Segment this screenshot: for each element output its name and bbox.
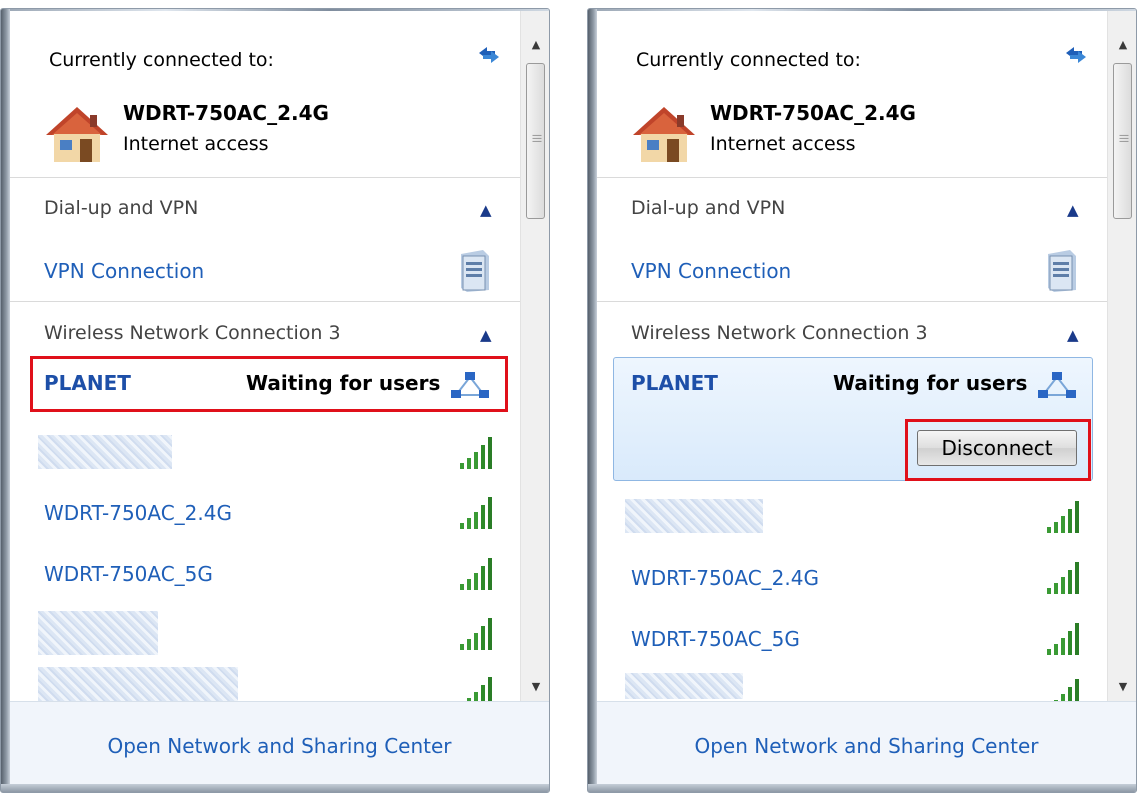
flyout-footer: Open Network and Sharing Center xyxy=(10,701,549,784)
network-list: Currently connected to: WDRT-750AC_2.4G … xyxy=(10,11,520,701)
refresh-icon[interactable] xyxy=(1062,41,1090,69)
signal-strength-icon xyxy=(1045,619,1083,657)
house-icon xyxy=(631,105,697,165)
hidden-network-name[interactable] xyxy=(625,499,763,533)
divider xyxy=(10,301,520,302)
network-planet-status: Waiting for users xyxy=(833,371,1028,395)
group-header-dialup-vpn[interactable]: Dial-up and VPN xyxy=(631,197,785,219)
adhoc-network-icon xyxy=(448,369,492,403)
network-planet-name[interactable]: PLANET xyxy=(44,371,131,395)
current-network-status: Internet access xyxy=(123,133,269,155)
network-item-24g[interactable]: WDRT-750AC_2.4G xyxy=(44,501,232,525)
signal-strength-icon xyxy=(1045,558,1083,596)
window-frame-bottom xyxy=(1,784,549,792)
vpn-server-icon xyxy=(453,248,495,292)
currently-connected-label: Currently connected to: xyxy=(49,49,274,71)
highlight-box-disconnect: Disconnect xyxy=(905,419,1091,481)
network-planet-status: Waiting for users xyxy=(246,371,441,395)
hidden-network-name[interactable] xyxy=(38,667,238,701)
open-network-sharing-center-link[interactable]: Open Network and Sharing Center xyxy=(597,734,1136,758)
network-item-24g[interactable]: WDRT-750AC_2.4G xyxy=(631,566,819,590)
network-item-5g[interactable]: WDRT-750AC_5G xyxy=(631,627,800,651)
scroll-down-arrow-icon[interactable]: ▼ xyxy=(521,673,549,701)
divider xyxy=(597,177,1107,178)
signal-strength-icon xyxy=(1045,497,1083,535)
signal-strength-icon xyxy=(458,493,496,531)
group-header-wireless[interactable]: Wireless Network Connection 3 xyxy=(631,322,928,344)
current-network-name: WDRT-750AC_2.4G xyxy=(123,101,329,125)
chevron-up-icon[interactable]: ▲ xyxy=(480,326,492,344)
chevron-up-icon[interactable]: ▲ xyxy=(1067,326,1079,344)
vpn-server-icon xyxy=(1040,248,1082,292)
group-header-wireless[interactable]: Wireless Network Connection 3 xyxy=(44,322,341,344)
vpn-connection-item[interactable]: VPN Connection xyxy=(44,259,204,283)
chevron-up-icon[interactable]: ▲ xyxy=(1067,201,1079,219)
hidden-network-name[interactable] xyxy=(38,435,172,469)
chevron-up-icon[interactable]: ▲ xyxy=(480,201,492,219)
flyout-footer: Open Network and Sharing Center xyxy=(597,701,1136,784)
network-list: Currently connected to: WDRT-750AC_2.4G … xyxy=(597,11,1107,701)
scroll-up-arrow-icon[interactable]: ▲ xyxy=(521,31,549,59)
hidden-network-name[interactable] xyxy=(625,673,743,699)
refresh-icon[interactable] xyxy=(475,41,503,69)
scrollbar-thumb[interactable]: — — — xyxy=(1113,63,1132,219)
adhoc-network-icon xyxy=(1035,369,1079,403)
hidden-network-name[interactable] xyxy=(38,611,158,655)
current-network-name: WDRT-750AC_2.4G xyxy=(710,101,916,125)
signal-strength-icon xyxy=(458,614,496,652)
grip-icon: — — — xyxy=(1119,130,1129,147)
disconnect-button[interactable]: Disconnect xyxy=(917,430,1077,466)
network-planet-name[interactable]: PLANET xyxy=(631,371,718,395)
network-item-5g[interactable]: WDRT-750AC_5G xyxy=(44,562,213,586)
group-header-dialup-vpn[interactable]: Dial-up and VPN xyxy=(44,197,198,219)
signal-strength-icon xyxy=(458,554,496,592)
network-flyout-left: Currently connected to: WDRT-750AC_2.4G … xyxy=(0,8,550,793)
current-network-status: Internet access xyxy=(710,133,856,155)
window-frame-left xyxy=(588,9,597,792)
divider xyxy=(10,177,520,178)
scrollbar[interactable]: ▲ — — — ▼ xyxy=(1107,11,1136,701)
divider xyxy=(597,301,1107,302)
signal-strength-icon xyxy=(458,433,496,471)
scroll-up-arrow-icon[interactable]: ▲ xyxy=(1108,31,1136,59)
vpn-connection-item[interactable]: VPN Connection xyxy=(631,259,791,283)
window-frame-bottom xyxy=(588,784,1136,792)
scroll-down-arrow-icon[interactable]: ▼ xyxy=(1108,673,1136,701)
network-flyout-right: Currently connected to: WDRT-750AC_2.4G … xyxy=(587,8,1137,793)
scrollbar[interactable]: ▲ — — — ▼ xyxy=(520,11,549,701)
currently-connected-label: Currently connected to: xyxy=(636,49,861,71)
open-network-sharing-center-link[interactable]: Open Network and Sharing Center xyxy=(10,734,549,758)
scrollbar-thumb[interactable]: — — — xyxy=(526,63,545,219)
window-frame-left xyxy=(1,9,10,792)
grip-icon: — — — xyxy=(532,130,542,147)
house-icon xyxy=(44,105,110,165)
